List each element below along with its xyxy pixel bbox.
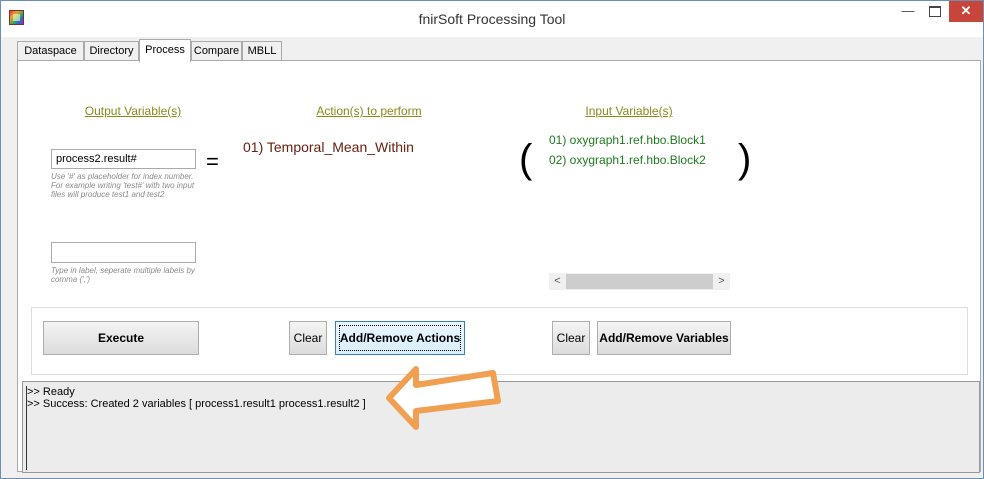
maximize-icon xyxy=(929,6,941,17)
output-variable-field[interactable] xyxy=(51,149,196,169)
text-cursor xyxy=(26,386,27,470)
main-window: fnirSoft Processing Tool — ✕ Dataspace D… xyxy=(0,0,984,479)
input-list-scrollbar[interactable]: < > xyxy=(549,273,730,290)
action-list-item[interactable]: 01) Temporal_Mean_Within xyxy=(243,139,414,155)
open-parenthesis: ( xyxy=(519,137,533,181)
add-remove-variables-button[interactable]: Add/Remove Variables xyxy=(597,321,731,355)
tab-process[interactable]: Process xyxy=(139,39,191,62)
output-variables-heading: Output Variable(s) xyxy=(84,104,182,118)
focus-rectangle xyxy=(339,325,461,351)
actions-heading: Action(s) to perform xyxy=(316,104,422,118)
scroll-left-icon[interactable]: < xyxy=(549,273,566,290)
tab-mbll[interactable]: MBLL xyxy=(242,41,282,60)
input-list-item[interactable]: 02) oxygraph1.ref.hbo.Block2 xyxy=(549,153,706,167)
add-remove-actions-button[interactable]: Add/Remove Actions xyxy=(335,321,465,355)
tab-compare[interactable]: Compare xyxy=(191,41,242,60)
input-variables-heading: Input Variable(s) xyxy=(585,104,673,118)
scroll-right-icon[interactable]: > xyxy=(713,273,730,290)
minimize-button[interactable]: — xyxy=(895,1,921,22)
label-field[interactable] xyxy=(51,242,196,263)
clear-variables-button[interactable]: Clear xyxy=(552,321,590,355)
close-parenthesis: ) xyxy=(738,137,752,181)
output-variable-hint: Use '#' as placeholder for index number.… xyxy=(51,172,195,199)
arrow-left-icon xyxy=(386,366,501,430)
tab-directory[interactable]: Directory xyxy=(84,41,139,60)
label-hint: Type in label, seperate multiple labels … xyxy=(51,266,195,284)
maximize-button[interactable] xyxy=(922,1,948,22)
title-bar: fnirSoft Processing Tool — ✕ xyxy=(1,1,983,37)
equals-sign: = xyxy=(206,149,219,174)
tab-dataspace[interactable]: Dataspace xyxy=(17,41,84,60)
window-title: fnirSoft Processing Tool xyxy=(418,11,566,27)
input-list-item[interactable]: 01) oxygraph1.ref.hbo.Block1 xyxy=(549,133,706,147)
execute-button[interactable]: Execute xyxy=(43,321,199,355)
clear-actions-button[interactable]: Clear xyxy=(289,321,327,355)
close-button[interactable]: ✕ xyxy=(949,1,983,22)
scrollbar-thumb[interactable] xyxy=(566,274,713,289)
